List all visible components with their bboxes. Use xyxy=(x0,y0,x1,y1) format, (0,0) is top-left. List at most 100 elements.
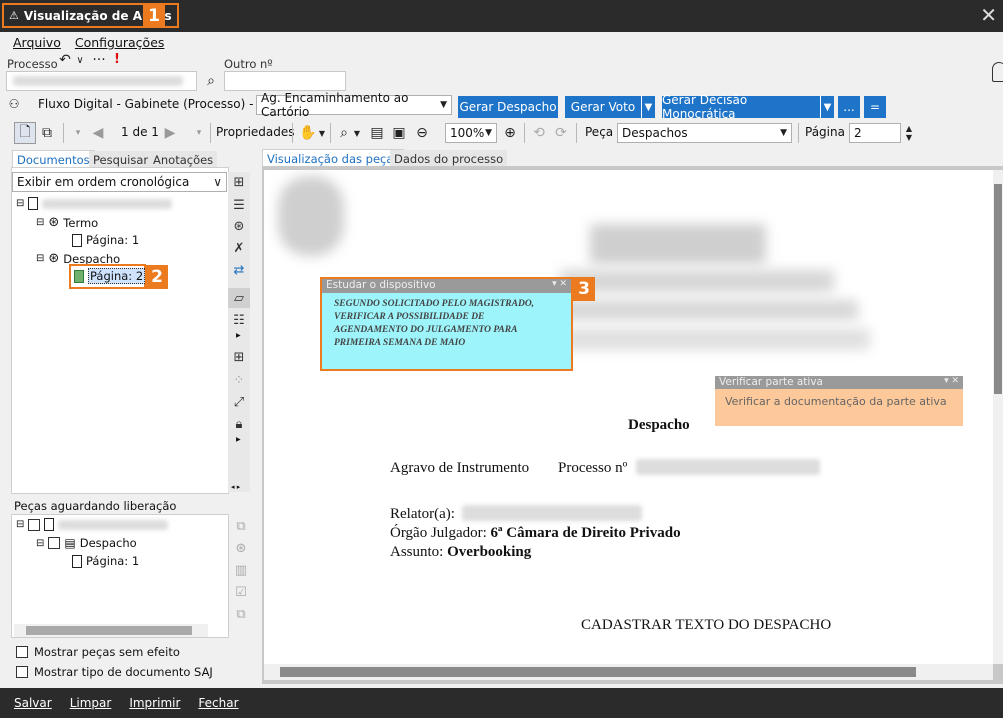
note-list-icon[interactable]: ☷ xyxy=(228,310,250,330)
collapse-icon[interactable]: ⊟ xyxy=(36,538,44,549)
fit-width-icon[interactable]: ▤ xyxy=(368,123,386,143)
gerar-decisao-button[interactable]: Gerar Decisão Monocrática xyxy=(662,93,820,121)
imprimir-button[interactable]: Imprimir xyxy=(129,696,180,710)
next-page-icon[interactable]: ▶ xyxy=(160,123,180,143)
app-icon: ⚠ xyxy=(9,9,19,22)
limpar-button[interactable]: Limpar xyxy=(70,696,112,710)
bell-icon[interactable] xyxy=(992,62,1003,82)
zoom-select[interactable]: 100% ▼ xyxy=(445,123,497,143)
outro-label: Outro nº xyxy=(224,57,273,71)
note-controls-icon[interactable]: ▾ ✕ xyxy=(552,279,567,293)
tree-item-termo[interactable]: ⊟ ⊛ Termo xyxy=(36,215,98,230)
gerar-despacho-button[interactable]: Gerar Despacho xyxy=(458,96,558,118)
fechar-button[interactable]: Fechar xyxy=(198,696,238,710)
remove-signature-icon[interactable]: ✗ xyxy=(228,238,250,258)
hand-tool-icon[interactable]: ✋ xyxy=(299,123,316,143)
vertical-scrollbar[interactable] xyxy=(993,170,1003,664)
note-verificar-header[interactable]: Verificar parte ativa ▾ ✕ xyxy=(715,376,963,389)
copy-page-icon[interactable]: ⧉ xyxy=(38,123,56,143)
search-icon[interactable]: ⌕ xyxy=(202,71,220,91)
trash-icon[interactable]: ▥ xyxy=(230,560,252,580)
page-icon xyxy=(74,269,84,283)
collapse-icon[interactable]: ⊟ xyxy=(16,519,24,530)
tipo-saj-box[interactable] xyxy=(16,666,28,678)
horizontal-scrollbar[interactable] xyxy=(14,624,208,637)
tree-view-icon[interactable]: ⊞ xyxy=(228,172,250,192)
warning-icon: ! xyxy=(114,52,120,67)
chevron-down-icon: ▼ xyxy=(485,128,492,138)
more-icon[interactable]: ··· xyxy=(92,52,106,68)
copy-icon[interactable]: ⧉ xyxy=(230,604,252,624)
lock-icon[interactable]: 🔒︎ xyxy=(228,414,250,434)
first-page-icon[interactable]: ▾ xyxy=(70,123,86,143)
tree-item-despacho-page[interactable]: Página: 2 xyxy=(74,268,146,284)
note-verificar-title: Verificar parte ativa xyxy=(719,376,823,388)
collapse-icon[interactable]: ⊟ xyxy=(36,217,44,228)
note-icon[interactable]: ▱ xyxy=(228,288,250,308)
rotate-right-icon[interactable]: ⟳ xyxy=(552,123,570,143)
tree-item-termo-page[interactable]: Página: 1 xyxy=(72,233,139,247)
pending-root-checkbox[interactable] xyxy=(28,518,41,531)
more-actions-button[interactable]: ... xyxy=(838,96,860,118)
chevron-down-icon[interactable]: ▼ xyxy=(352,123,362,143)
pending-despacho-checkbox[interactable] xyxy=(48,537,61,549)
note-estudar-header[interactable]: Estudar o dispositivo ▾ ✕ xyxy=(322,279,571,293)
stepper-arrows-icon[interactable]: ▲ ▼ xyxy=(903,123,915,143)
doc-horizontal-scrollbar[interactable] xyxy=(264,664,993,680)
last-page-icon[interactable]: ▾ xyxy=(192,123,206,143)
compare-icon[interactable]: ⇄ xyxy=(228,260,250,280)
collapse-icon[interactable]: ⊟ xyxy=(36,253,44,264)
gerar-voto-dropdown[interactable]: ▼ xyxy=(641,96,655,118)
previous-page-icon[interactable]: ◀ xyxy=(88,123,108,143)
release-icon[interactable]: ⧉ xyxy=(230,516,252,536)
callout-badge-3: 3 xyxy=(573,277,595,301)
undo-icon[interactable]: ↶ xyxy=(58,52,72,68)
order-select[interactable]: Exibir em ordem cronológica ∨ xyxy=(12,172,227,192)
gerar-voto-button[interactable]: Gerar Voto xyxy=(565,96,641,118)
processo-input[interactable] xyxy=(6,71,197,91)
pending-item-despacho[interactable]: ⊟ ▤ Despacho xyxy=(36,536,137,550)
menu-configuracoes[interactable]: Configurações xyxy=(75,35,165,50)
zoom-out-icon[interactable]: ⊖ xyxy=(413,123,431,143)
note-verificar[interactable]: Verificar parte ativa ▾ ✕ Verificar a do… xyxy=(715,376,963,426)
sem-efeito-label: Mostrar peças sem efeito xyxy=(34,645,180,659)
propriedades-button[interactable]: Propriedades xyxy=(216,125,295,139)
menu-arquivo[interactable]: Arquivo xyxy=(13,35,61,50)
redacted-header-3 xyxy=(560,300,858,320)
export-icon[interactable]: ⤢ xyxy=(228,392,250,412)
collapse-button[interactable]: = xyxy=(864,96,886,118)
note-verificar-body: Verificar a documentação da parte ativa xyxy=(725,395,947,408)
close-icon[interactable]: ✕ xyxy=(980,3,997,27)
page-icon xyxy=(72,233,82,247)
outro-input[interactable] xyxy=(224,71,346,91)
queue-select[interactable]: Ag. Encaminhamento ao Cartório ▼ xyxy=(256,91,452,119)
rotate-left-icon[interactable]: ⟲ xyxy=(530,123,548,143)
checkbox-tipo-saj[interactable]: Mostrar tipo de documento SAJ xyxy=(16,665,213,679)
zoom-in-icon[interactable]: ⊕ xyxy=(501,123,519,143)
sem-efeito-box[interactable] xyxy=(16,646,28,658)
pending-root[interactable]: ⊟ xyxy=(16,518,169,531)
peca-select[interactable]: Despachos ▼ xyxy=(617,123,792,143)
chevron-down-icon[interactable]: ∨ xyxy=(74,52,86,68)
certificate-icon[interactable]: ⊛ xyxy=(228,216,250,236)
pending-item-page[interactable]: Página: 1 xyxy=(72,554,139,568)
scroll-arrows-icon[interactable]: ◂ ▸ xyxy=(231,483,240,491)
list-view-icon[interactable]: ☰ xyxy=(228,195,250,215)
add-note-icon[interactable]: ⊞ xyxy=(228,347,250,367)
fit-page-icon[interactable]: ▣ xyxy=(390,123,408,143)
chevron-down-icon[interactable]: ▼ xyxy=(317,123,327,143)
checkbox-sem-efeito[interactable]: Mostrar peças sem efeito xyxy=(16,645,180,659)
document-icon xyxy=(28,197,39,210)
tree-root[interactable]: ⊟ xyxy=(16,197,173,210)
certificate-icon[interactable]: ⊛ xyxy=(230,538,252,558)
loading-icon[interactable]: ⁘ xyxy=(228,370,250,390)
zoom-icon[interactable]: ⌕ xyxy=(336,123,352,143)
note-controls-icon[interactable]: ▾ ✕ xyxy=(944,376,959,389)
note-estudar[interactable]: Estudar o dispositivo ▾ ✕ SEGUNDO SOLICI… xyxy=(320,277,573,371)
pagina-stepper[interactable]: 2 xyxy=(849,123,901,143)
salvar-button[interactable]: Salvar xyxy=(14,696,52,710)
collapse-icon[interactable]: ⊟ xyxy=(16,198,24,209)
redacted-header-4 xyxy=(560,328,870,350)
approve-icon[interactable]: ☑ xyxy=(230,582,252,602)
gerar-decisao-dropdown[interactable]: ▼ xyxy=(820,96,834,118)
